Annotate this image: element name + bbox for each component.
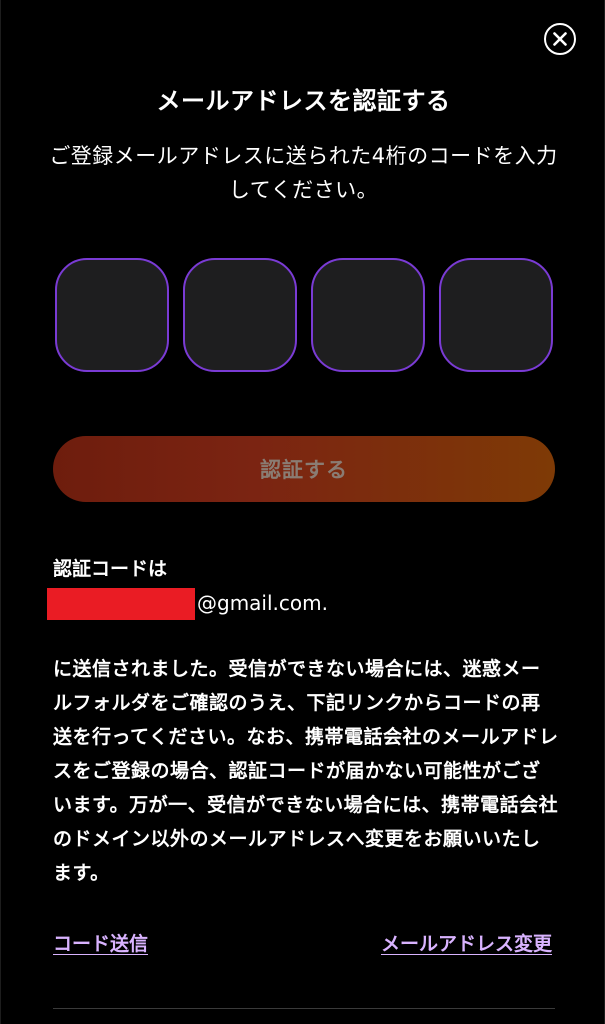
dialog-subtitle: ご登録メールアドレスに送られた4桁のコードを入力してください。 bbox=[49, 144, 558, 202]
email-domain: @gmail.com. bbox=[197, 591, 328, 615]
close-button[interactable] bbox=[544, 23, 576, 55]
close-icon bbox=[553, 32, 567, 46]
resend-code-link[interactable]: コード送信 bbox=[53, 930, 148, 958]
info-label: 認証コードは bbox=[53, 558, 168, 580]
divider bbox=[53, 1008, 555, 1009]
dialog-title: メールアドレスを認証する bbox=[156, 87, 451, 115]
verify-button[interactable]: 認証する bbox=[53, 436, 555, 502]
code-digit-1[interactable] bbox=[55, 258, 169, 372]
code-digit-2[interactable] bbox=[183, 258, 297, 372]
redacted-email-local-part bbox=[47, 588, 195, 620]
change-email-link[interactable]: メールアドレス変更 bbox=[381, 930, 552, 958]
code-digit-3[interactable] bbox=[311, 258, 425, 372]
code-digit-4[interactable] bbox=[439, 258, 553, 372]
verification-dialog: メールアドレスを認証する ご登録メールアドレスに送られた4桁のコードを入力してく… bbox=[0, 0, 605, 1024]
info-message: に送信されました。受信ができない場合には、迷惑メールフォルダをご確認のうえ、下記… bbox=[53, 658, 559, 884]
code-input-group bbox=[55, 258, 553, 374]
